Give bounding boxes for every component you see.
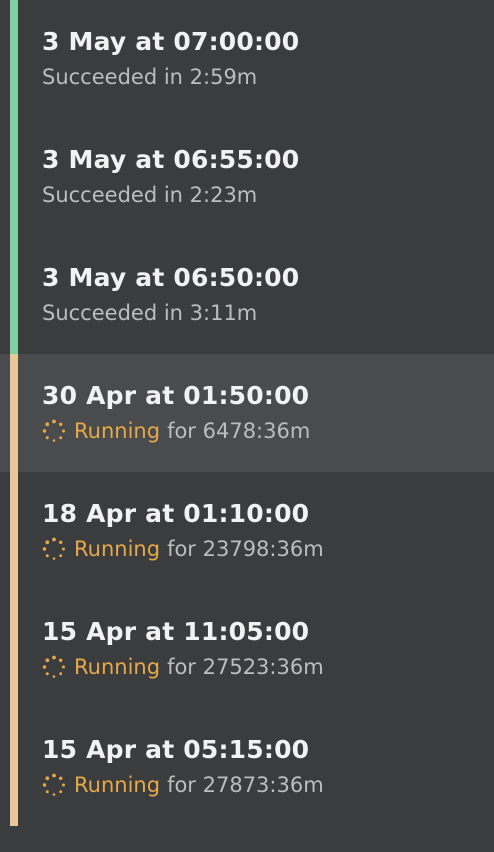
- status-bar-succeeded: [10, 118, 18, 236]
- run-title: 15 Apr at 11:05:00: [42, 617, 310, 646]
- run-title: 15 Apr at 05:15:00: [42, 735, 310, 764]
- spinner-icon: [42, 773, 65, 796]
- status-bar-running: [10, 708, 18, 826]
- run-item[interactable]: 15 Apr at 11:05:00 Running for 27523:36m: [0, 590, 494, 708]
- run-title: 30 Apr at 01:50:00: [42, 381, 310, 410]
- run-duration: for 23798:36m: [167, 537, 324, 561]
- run-status: Succeeded in 2:23m: [42, 183, 258, 207]
- status-bar-running: [10, 590, 18, 708]
- run-item[interactable]: 18 Apr at 01:10:00 Running for 23798:36m: [0, 472, 494, 590]
- run-list: 3 May at 07:00:00 Succeeded in 2:59m 3 M…: [0, 0, 494, 852]
- run-title: 3 May at 06:50:00: [42, 263, 300, 292]
- run-item[interactable]: 15 Apr at 05:15:00 Running for 27873:36m: [0, 708, 494, 826]
- running-label: Running: [74, 655, 161, 679]
- running-label: Running: [74, 773, 161, 797]
- run-duration: for 27873:36m: [167, 773, 324, 797]
- spinner-icon: [42, 537, 65, 560]
- status-bar-succeeded: [10, 0, 18, 118]
- running-label: Running: [74, 537, 161, 561]
- spinner-icon: [42, 655, 65, 678]
- run-item[interactable]: 3 May at 07:00:00 Succeeded in 2:59m: [0, 0, 494, 118]
- run-item[interactable]: 3 May at 06:55:00 Succeeded in 2:23m: [0, 118, 494, 236]
- run-status: Running for 27873:36m: [42, 773, 324, 797]
- spinner-icon: [42, 419, 65, 442]
- status-bar-succeeded: [10, 236, 18, 354]
- run-title: 18 Apr at 01:10:00: [42, 499, 310, 528]
- run-title: 3 May at 07:00:00: [42, 27, 300, 56]
- run-duration: for 6478:36m: [167, 419, 311, 443]
- run-status: Running for 6478:36m: [42, 419, 310, 443]
- run-duration: for 27523:36m: [167, 655, 324, 679]
- status-bar-running: [10, 472, 18, 590]
- running-label: Running: [74, 419, 161, 443]
- status-bar-running: [10, 354, 18, 472]
- run-item-selected[interactable]: 30 Apr at 01:50:00 Running for 6478:36m: [0, 354, 494, 472]
- run-status: Running for 23798:36m: [42, 537, 324, 561]
- run-status: Succeeded in 3:11m: [42, 301, 258, 325]
- run-status: Succeeded in 2:59m: [42, 65, 258, 89]
- run-item[interactable]: 3 May at 06:50:00 Succeeded in 3:11m: [0, 236, 494, 354]
- run-status: Running for 27523:36m: [42, 655, 324, 679]
- run-title: 3 May at 06:55:00: [42, 145, 300, 174]
